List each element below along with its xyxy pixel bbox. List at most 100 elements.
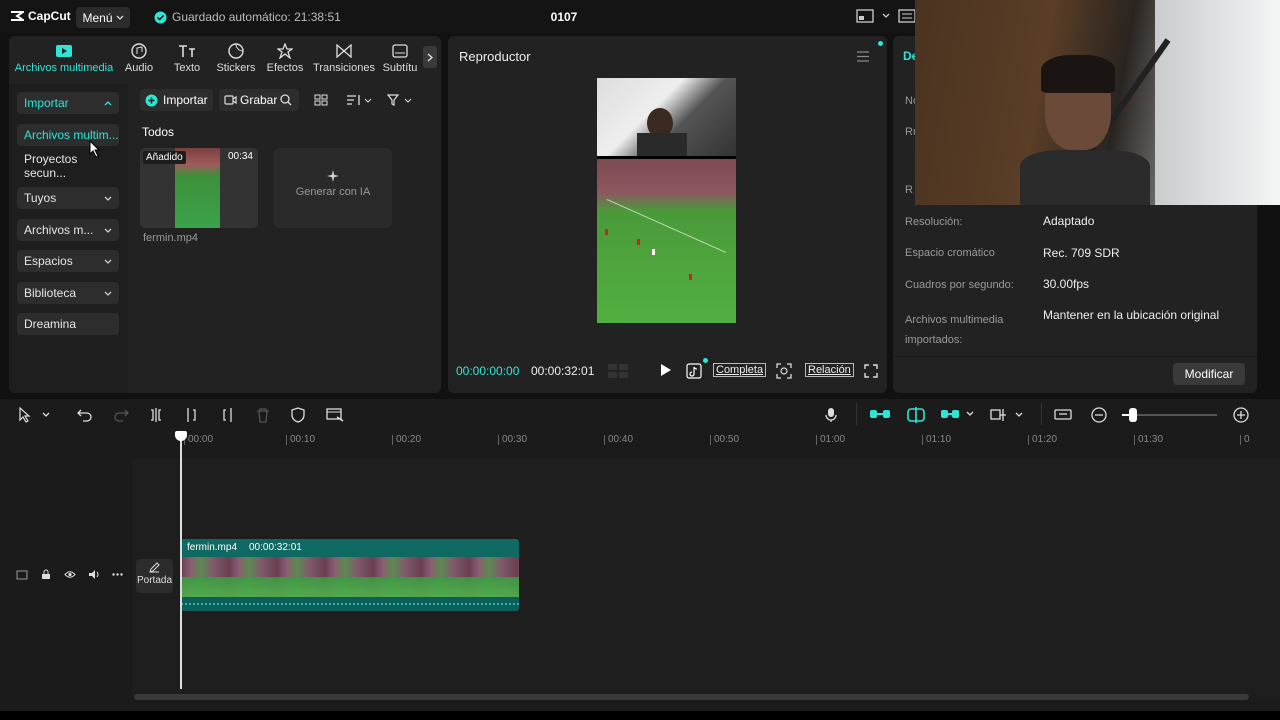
tab-text[interactable]: Texto	[167, 42, 207, 74]
menu-label: Menú	[82, 10, 113, 25]
total-timecode: 00:00:32:01	[531, 364, 595, 378]
media-panel: Archivos multimedia Audio Texto Stickers…	[9, 36, 441, 393]
player-marker	[605, 229, 608, 235]
microphone-icon[interactable]	[824, 407, 838, 423]
sidebar-item-label: Tuyos	[24, 191, 57, 205]
zoom-in-icon[interactable]	[1233, 407, 1249, 423]
logo-text: CapCut	[28, 9, 71, 23]
edit-frame-icon[interactable]	[326, 407, 344, 423]
keyboard-icon[interactable]	[898, 9, 916, 23]
fullscreen-icon[interactable]	[864, 364, 878, 378]
sidebar-item-media-files[interactable]: Archivos multim...	[17, 124, 119, 146]
tab-stickers[interactable]: Stickers	[214, 42, 258, 74]
grid-view-icon[interactable]	[314, 94, 328, 106]
tab-label: Subtítu	[382, 62, 418, 74]
timeline-clip[interactable]: fermin.mp4 00:00:32:01	[181, 539, 519, 611]
full-quality-toggle[interactable]: Completa	[713, 363, 767, 377]
chevron-down-icon[interactable]	[882, 13, 890, 19]
tick-label: 00:30	[498, 435, 527, 445]
delete-icon[interactable]	[255, 407, 271, 423]
sidebar-item-spaces[interactable]: Espacios	[17, 250, 119, 272]
divider	[893, 356, 1257, 357]
project-title[interactable]: 0107	[540, 10, 588, 24]
sort-icon[interactable]	[346, 94, 372, 106]
detail-value-resolution: Adaptado	[1043, 214, 1095, 228]
video-preview[interactable]	[597, 78, 736, 323]
tab-transitions[interactable]: Transiciones	[312, 42, 376, 74]
play-icon[interactable]	[660, 363, 672, 377]
preview-axis-icon[interactable]	[990, 407, 1026, 423]
track-video-icon[interactable]	[16, 570, 28, 580]
redo-icon[interactable]	[113, 407, 129, 423]
clip-filename: fermin.mp4	[143, 232, 199, 244]
cover-button[interactable]: Portada	[136, 559, 173, 593]
sidebar-item-library[interactable]: Biblioteca	[17, 282, 119, 304]
timeline-ruler[interactable]: 00:00 00:10 00:20 00:30 00:40 00:50 01:0…	[180, 433, 1250, 449]
media-clip-thumbnail[interactable]: Añadido 00:34	[140, 148, 258, 228]
sticker-icon	[228, 43, 244, 59]
more-icon[interactable]	[112, 573, 123, 576]
sidebar-item-label: Dreamina	[24, 317, 77, 331]
split-left-icon[interactable]	[184, 407, 200, 423]
notification-dot	[703, 358, 708, 363]
detail-value-colorspace: Rec. 709 SDR	[1043, 246, 1120, 260]
import-button[interactable]: Importar	[140, 89, 213, 111]
sidebar-item-import[interactable]: Importar	[17, 92, 119, 114]
pencil-icon	[149, 562, 160, 573]
sidebar-item-yours[interactable]: Tuyos	[17, 187, 119, 209]
menu-button[interactable]: Menú	[76, 7, 130, 28]
sidebar-item-dreamina[interactable]: Dreamina	[17, 313, 119, 335]
auto-snap-icon[interactable]	[940, 407, 978, 421]
zoom-slider-handle[interactable]	[1129, 408, 1137, 422]
link-clips-icon[interactable]	[869, 407, 891, 421]
webcam-overlay	[915, 0, 1280, 205]
detail-label-resolution: Resolución:	[905, 216, 963, 228]
zoom-out-icon[interactable]	[1091, 407, 1107, 423]
select-tool-icon[interactable]	[18, 407, 52, 423]
tab-subtitles[interactable]: Subtítu	[381, 42, 419, 74]
generate-ai-button[interactable]: Generar con IA	[274, 148, 392, 228]
tick-label: 01:20	[1028, 435, 1057, 445]
split-right-icon[interactable]	[219, 407, 235, 423]
added-badge: Añadido	[143, 151, 186, 164]
tiktok-icon[interactable]	[686, 363, 702, 379]
tab-media[interactable]: Archivos multimedia	[12, 42, 116, 74]
layout-icon[interactable]	[856, 9, 874, 23]
lock-icon[interactable]	[41, 569, 51, 580]
timeline-scrollbar[interactable]	[134, 694, 1249, 700]
screenshot-icon[interactable]	[776, 363, 792, 379]
ratio-button[interactable]: Relación	[805, 363, 854, 377]
capcut-logo-icon	[11, 11, 24, 21]
tab-audio[interactable]: Audio	[119, 42, 159, 74]
webcam-region	[597, 78, 736, 156]
generate-label: Generar con IA	[295, 186, 371, 198]
modify-button[interactable]: Modificar	[1173, 363, 1245, 385]
tab-effects[interactable]: Efectos	[264, 42, 306, 74]
fit-timeline-icon[interactable]	[1054, 407, 1072, 423]
toolbar-divider	[856, 403, 857, 425]
clip-duration: 00:00:32:01	[249, 542, 302, 553]
eye-icon[interactable]	[64, 570, 76, 579]
detail-value-fps: 30.00fps	[1043, 277, 1090, 291]
shield-icon[interactable]	[290, 407, 306, 423]
playhead[interactable]	[175, 431, 187, 689]
record-button[interactable]: Grabar	[219, 89, 299, 111]
search-icon[interactable]	[280, 94, 292, 106]
volume-icon[interactable]	[88, 569, 100, 580]
undo-icon[interactable]	[77, 407, 93, 423]
sidebar-item-media-m[interactable]: Archivos m...	[17, 219, 119, 241]
sidebar-item-label: Espacios	[24, 254, 73, 268]
toolbar-divider	[1041, 403, 1042, 425]
clip-filmstrip-pitch	[181, 577, 519, 597]
hamburger-menu-icon[interactable]	[856, 51, 870, 62]
cover-label: Portada	[136, 575, 173, 586]
tabs-next-button[interactable]	[423, 46, 437, 68]
detail-value-import: Mantener en la ubicación original	[1043, 308, 1220, 322]
magnet-icon[interactable]	[905, 407, 927, 423]
tick-label: 01:40	[1240, 435, 1250, 445]
split-icon[interactable]	[148, 407, 164, 423]
timeline-toolbar	[0, 399, 1280, 431]
sidebar-item-secondary-projects[interactable]: Proyectos secun...	[17, 152, 119, 180]
filter-icon[interactable]	[387, 94, 413, 106]
detail-label-colorspace: Espacio cromático	[905, 247, 995, 259]
